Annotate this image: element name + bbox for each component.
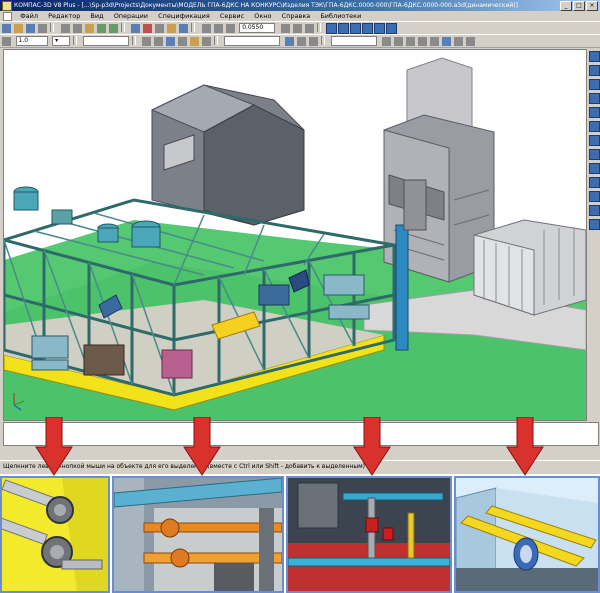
compact-tool-5-icon[interactable] xyxy=(589,107,600,118)
compact-tool-1-icon[interactable] xyxy=(589,51,600,62)
measure-icon[interactable] xyxy=(308,36,320,47)
piping-rack-image xyxy=(114,478,282,591)
step-dropdown[interactable]: ▾ xyxy=(52,36,71,46)
step-icon xyxy=(1,36,12,47)
cut-icon[interactable] xyxy=(59,23,71,34)
undo-icon[interactable] xyxy=(95,23,107,34)
menu-operations[interactable]: Операции xyxy=(110,11,152,21)
menu-help[interactable]: Справка xyxy=(278,11,315,21)
properties-icon[interactable] xyxy=(130,23,142,34)
compact-toolbar xyxy=(587,49,600,419)
perspective-icon[interactable] xyxy=(386,23,398,34)
current-state-toolbar: 1.0 ▾ xyxy=(0,34,600,48)
down-arrow-icon xyxy=(183,417,221,476)
tree-icon[interactable] xyxy=(154,23,166,34)
detail-valves xyxy=(286,476,452,593)
pan-icon[interactable] xyxy=(279,23,291,34)
down-arrow-icon xyxy=(35,417,73,476)
wall-penetration-image xyxy=(456,478,598,591)
zoom-in-icon[interactable] xyxy=(200,23,212,34)
explode-icon[interactable] xyxy=(405,36,417,47)
wireframe-icon[interactable] xyxy=(338,23,350,34)
copy-icon[interactable] xyxy=(71,23,83,34)
compact-tool-6-icon[interactable] xyxy=(589,121,600,132)
step-combo[interactable]: 1.0 xyxy=(15,36,48,46)
valves-image xyxy=(288,478,450,591)
view-orient-icon[interactable] xyxy=(326,23,338,34)
zoom-combo[interactable]: 0.0550 xyxy=(239,23,276,33)
compact-tool-12-icon[interactable] xyxy=(589,205,600,216)
compact-tool-8-icon[interactable] xyxy=(589,149,600,160)
detail-wall-penetration xyxy=(454,476,600,593)
light-icon[interactable] xyxy=(453,36,465,47)
xyz-icon[interactable] xyxy=(417,36,429,47)
select-icon[interactable] xyxy=(296,36,308,47)
open-icon[interactable] xyxy=(13,23,24,34)
compact-tool-7-icon[interactable] xyxy=(589,135,600,146)
menu-libraries[interactable]: Библиотеки xyxy=(316,11,365,21)
down-arrow-icon xyxy=(353,417,391,476)
menu-editor[interactable]: Редактор xyxy=(44,11,84,21)
grid-icon[interactable] xyxy=(141,36,153,47)
flanged-pipes-image xyxy=(2,478,108,591)
plane-combo[interactable] xyxy=(223,36,280,46)
compact-tool-11-icon[interactable] xyxy=(589,191,600,202)
cs-icon[interactable] xyxy=(165,36,177,47)
menu-file[interactable]: Файл xyxy=(16,11,42,21)
minimize-button[interactable]: _ xyxy=(560,1,572,11)
menu-specification[interactable]: Спецификация xyxy=(154,11,214,21)
orthogonal-icon[interactable] xyxy=(177,36,189,47)
compact-tool-2-icon[interactable] xyxy=(589,65,600,76)
model-viewport[interactable] xyxy=(3,49,587,421)
compact-tool-9-icon[interactable] xyxy=(589,163,600,174)
section-icon[interactable] xyxy=(393,36,405,47)
cut-plane-icon[interactable] xyxy=(429,36,441,47)
standard-toolbar: 0.0550 xyxy=(0,21,600,35)
shaded-icon[interactable] xyxy=(362,23,374,34)
detail-flanged-pipes xyxy=(0,476,110,593)
title-bar[interactable]: КОМПАС-3D V8 Plus - [...\Sp-p3d\Projects… xyxy=(0,0,600,11)
variables-icon[interactable] xyxy=(178,23,190,34)
menu-bar: Файл Редактор Вид Операции Спецификация … xyxy=(0,11,600,21)
menu-window[interactable]: Окно xyxy=(250,11,275,21)
gas-compressor-3d-model xyxy=(4,50,586,420)
param-icon[interactable] xyxy=(201,36,213,47)
window-title: КОМПАС-3D V8 Plus - [...\Sp-p3d\Projects… xyxy=(14,2,518,9)
compact-tool-3-icon[interactable] xyxy=(589,79,600,90)
compact-tool-10-icon[interactable] xyxy=(589,177,600,188)
manager-icon[interactable] xyxy=(142,23,154,34)
paste-icon[interactable] xyxy=(83,23,95,34)
zoom-out-icon[interactable] xyxy=(212,23,224,34)
hidden-lines-icon[interactable] xyxy=(350,23,362,34)
kompas-app-icon xyxy=(2,1,12,11)
shaded-edges-icon[interactable] xyxy=(374,23,386,34)
sketch-icon[interactable] xyxy=(189,36,201,47)
new-doc-icon[interactable] xyxy=(1,23,12,34)
window-controls: _ □ × xyxy=(559,1,598,11)
style-combo[interactable] xyxy=(330,36,377,46)
compact-tool-4-icon[interactable] xyxy=(589,93,600,104)
maximize-button[interactable]: □ xyxy=(573,1,585,11)
close-button[interactable]: × xyxy=(586,1,598,11)
compact-tool-13-icon[interactable] xyxy=(589,219,600,230)
refresh-icon[interactable] xyxy=(303,23,315,34)
app-window: КОМПАС-3D V8 Plus - [...\Sp-p3d\Projects… xyxy=(0,0,600,474)
view-icon[interactable] xyxy=(441,36,453,47)
layer-combo[interactable] xyxy=(82,36,129,46)
detail-piping-rack xyxy=(112,476,284,593)
filter-icon[interactable] xyxy=(284,36,296,47)
library-icon[interactable] xyxy=(166,23,178,34)
print-icon[interactable] xyxy=(37,23,48,34)
snap-icon[interactable] xyxy=(153,36,165,47)
down-arrow-icon xyxy=(506,417,544,476)
rotate-icon[interactable] xyxy=(291,23,303,34)
document-icon[interactable] xyxy=(3,12,12,21)
redo-icon[interactable] xyxy=(107,23,119,34)
menu-service[interactable]: Сервис xyxy=(216,11,248,21)
zoom-window-icon[interactable] xyxy=(224,23,236,34)
save-icon[interactable] xyxy=(25,23,36,34)
lines-icon[interactable] xyxy=(381,36,393,47)
material-icon[interactable] xyxy=(465,36,477,47)
menu-view[interactable]: Вид xyxy=(86,11,107,21)
